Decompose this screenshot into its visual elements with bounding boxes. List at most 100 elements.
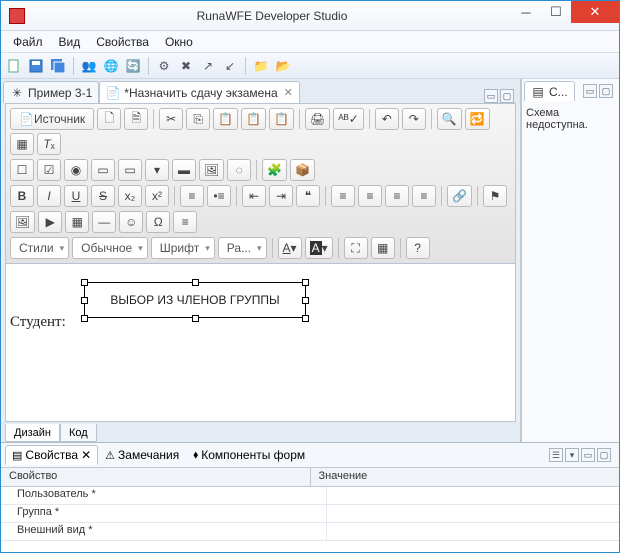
select-icon[interactable]: ▾ xyxy=(145,159,169,181)
font-combo[interactable]: Шрифт▾ xyxy=(151,237,215,259)
align-justify-icon[interactable]: ≡ xyxy=(412,185,436,207)
remove-format-icon[interactable]: Tₓ xyxy=(37,133,61,155)
subscript-icon[interactable]: x₂ xyxy=(118,185,142,207)
resize-handle[interactable] xyxy=(302,297,309,304)
format-combo[interactable]: Обычное▾ xyxy=(72,237,148,259)
indent-icon[interactable]: ⇥ xyxy=(269,185,293,207)
page-break-icon[interactable]: ≡ xyxy=(173,211,197,233)
resize-handle[interactable] xyxy=(192,315,199,322)
blockquote-icon[interactable]: ❝ xyxy=(296,185,320,207)
menu-view[interactable]: Вид xyxy=(51,33,89,51)
cut-icon[interactable]: ✂ xyxy=(159,108,183,130)
component-icon[interactable]: 🧩 xyxy=(262,159,287,181)
folder1-icon[interactable]: 📁 xyxy=(252,57,270,75)
superscript-icon[interactable]: x² xyxy=(145,185,169,207)
minimize-pane-icon[interactable]: ▭ xyxy=(484,89,498,103)
paste-text-icon[interactable]: 📋 xyxy=(241,108,266,130)
image-icon[interactable]: 🖼 xyxy=(10,211,35,233)
resize-handle[interactable] xyxy=(81,279,88,286)
maximize-button[interactable]: ☐ xyxy=(541,1,571,23)
align-left-icon[interactable]: ≡ xyxy=(331,185,355,207)
users-icon[interactable]: 👥 xyxy=(80,57,98,75)
underline-icon[interactable]: U xyxy=(64,185,88,207)
flash-icon[interactable]: ▶ xyxy=(38,211,62,233)
print-icon[interactable]: 🖨 xyxy=(305,108,330,130)
preview-icon[interactable]: 🗎 xyxy=(124,108,148,130)
tab-assign-exam[interactable]: 📄 *Назначить сдачу экзамена ✕ xyxy=(99,81,300,103)
component2-icon[interactable]: 📦 xyxy=(290,159,315,181)
resize-handle[interactable] xyxy=(302,315,309,322)
text-color-icon[interactable]: A▾ xyxy=(278,237,302,259)
tab-example[interactable]: ✳ Пример 3-1 xyxy=(3,81,99,103)
hidden-field-icon[interactable]: ◌ xyxy=(227,159,251,181)
smiley-icon[interactable]: ☺ xyxy=(119,211,143,233)
form-components-tab[interactable]: ⬧ Компоненты форм xyxy=(186,445,312,465)
new-icon[interactable] xyxy=(5,57,23,75)
source-button[interactable]: 📄 Источник xyxy=(10,108,94,130)
special-char-icon[interactable]: Ω xyxy=(146,211,170,233)
redo-icon[interactable]: ↷ xyxy=(402,108,426,130)
resize-handle[interactable] xyxy=(302,279,309,286)
save-icon[interactable] xyxy=(27,57,45,75)
tab-close-icon[interactable]: ✕ xyxy=(81,448,91,462)
paste-word-icon[interactable]: 📋 xyxy=(269,108,294,130)
spellcheck-icon[interactable]: ᴬᴮ✓ xyxy=(333,108,363,130)
textarea-icon[interactable]: ▭ xyxy=(118,159,142,181)
property-row[interactable]: Группа * xyxy=(1,505,619,523)
property-row[interactable]: Внешний вид * xyxy=(1,523,619,541)
maximize-pane-icon[interactable]: ▢ xyxy=(500,89,514,103)
menu-file[interactable]: Файл xyxy=(5,33,51,51)
import-icon[interactable]: ↙ xyxy=(221,57,239,75)
anchor-icon[interactable]: ⚑ xyxy=(483,185,507,207)
minimize-button[interactable]: ─ xyxy=(511,1,541,23)
tab-close-icon[interactable]: ✕ xyxy=(284,86,293,99)
paste-icon[interactable]: 📋 xyxy=(213,108,238,130)
maximize-pane-icon[interactable]: ▢ xyxy=(597,448,611,462)
table-icon[interactable]: ▦ xyxy=(65,211,89,233)
resize-handle[interactable] xyxy=(192,279,199,286)
radio-icon[interactable]: ◉ xyxy=(64,159,88,181)
minimize-pane-icon[interactable]: ▭ xyxy=(583,84,597,98)
outline-tab[interactable]: ▤ С... xyxy=(524,81,575,101)
menu-properties[interactable]: Свойства xyxy=(88,33,157,51)
numbered-list-icon[interactable]: ≡ xyxy=(180,185,204,207)
code-tab[interactable]: Код xyxy=(60,424,97,442)
textfield-icon[interactable]: ▭ xyxy=(91,159,115,181)
refresh-icon[interactable]: 🔄 xyxy=(124,57,142,75)
selected-component[interactable]: ВЫБОР ИЗ ЧЛЕНОВ ГРУППЫ xyxy=(84,282,306,318)
find-icon[interactable]: 🔍 xyxy=(437,108,462,130)
menu-window[interactable]: Окно xyxy=(157,33,201,51)
gear-icon[interactable]: ⚙ xyxy=(155,57,173,75)
hr-icon[interactable]: — xyxy=(92,211,116,233)
align-center-icon[interactable]: ≡ xyxy=(358,185,382,207)
bg-color-icon[interactable]: A▾ xyxy=(305,237,333,259)
size-combo[interactable]: Ра...▾ xyxy=(218,237,267,259)
styles-combo[interactable]: Стили▾ xyxy=(10,237,69,259)
close-button[interactable]: ✕ xyxy=(571,1,619,23)
design-tab[interactable]: Дизайн xyxy=(5,424,60,442)
filter-icon[interactable]: ▾ xyxy=(565,448,579,462)
export-icon[interactable]: ↗ xyxy=(199,57,217,75)
resize-handle[interactable] xyxy=(81,315,88,322)
folder2-icon[interactable]: 📂 xyxy=(274,57,292,75)
replace-icon[interactable]: 🔁 xyxy=(465,108,490,130)
minimize-pane-icon[interactable]: ▭ xyxy=(581,448,595,462)
italic-icon[interactable]: I xyxy=(37,185,61,207)
help-icon[interactable]: ? xyxy=(406,237,430,259)
editor-canvas[interactable]: Студент: ВЫБОР ИЗ ЧЛЕНОВ ГРУППЫ xyxy=(5,264,516,422)
image-button-icon[interactable]: 🖼 xyxy=(199,159,224,181)
copy-icon[interactable]: ⎘ xyxy=(186,108,210,130)
bold-icon[interactable]: B xyxy=(10,185,34,207)
link-icon[interactable]: 🔗 xyxy=(447,185,472,207)
maximize-pane-icon[interactable]: ▢ xyxy=(599,84,613,98)
properties-tab[interactable]: ▤ Свойства ✕ xyxy=(5,445,98,465)
button-icon[interactable]: ▬ xyxy=(172,159,196,181)
maximize-icon[interactable]: ⛶ xyxy=(344,237,368,259)
show-blocks-icon[interactable]: ▦ xyxy=(371,237,395,259)
tool-icon[interactable]: ✖ xyxy=(177,57,195,75)
form-icon[interactable]: ☐ xyxy=(10,159,34,181)
globe-icon[interactable]: 🌐 xyxy=(102,57,120,75)
outdent-icon[interactable]: ⇤ xyxy=(242,185,266,207)
checkbox-icon[interactable]: ☑ xyxy=(37,159,61,181)
tree-icon[interactable]: ☰ xyxy=(549,448,563,462)
